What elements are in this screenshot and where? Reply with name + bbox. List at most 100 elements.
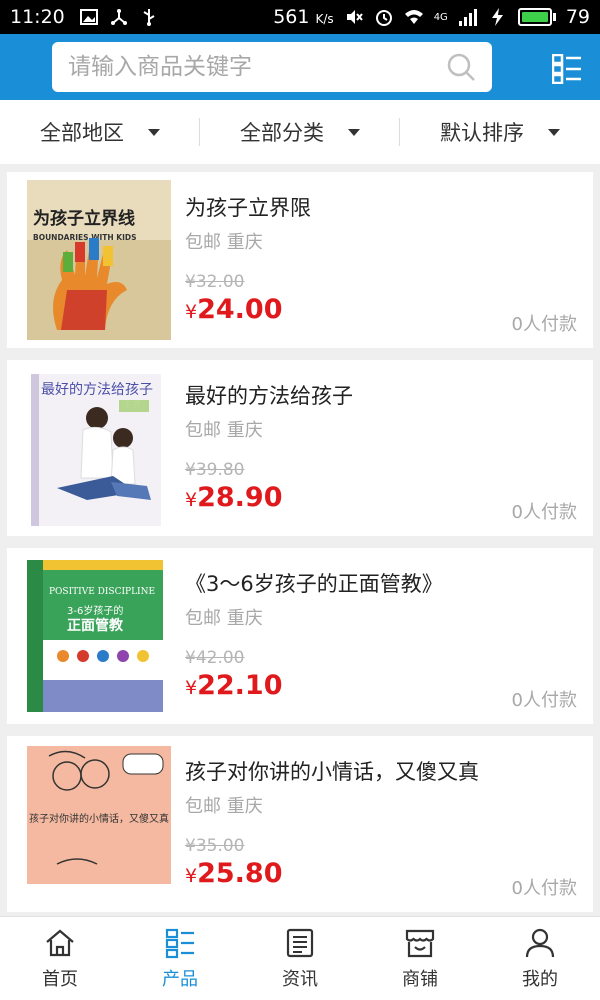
alarm-icon [375,10,392,26]
paid-count: 0人付款 [511,878,577,899]
wifi-icon [404,10,423,24]
product-title[interactable]: 孩子对你讲的小情话，又傻又真 [185,756,479,786]
product-image[interactable]: 为孩子立界线 BOUNDARIES WITH KIDS [27,180,171,340]
product-image[interactable]: 最好的方法给孩子 王芳 [27,368,171,528]
tab-store-label: 商铺 [402,968,438,990]
product-image[interactable]: 孩子对你讲的小情话，又傻又真 [27,744,171,904]
product-card[interactable]: POSITIVE DISCIPLINE 3-6岁孩子的 正面管教 《3～6岁孩子… [7,548,593,724]
product-meta: 包邮 重庆 [185,604,263,630]
location-label: 重庆 [226,796,263,817]
location-label: 重庆 [226,232,263,253]
original-price: ¥42.00 [185,648,245,668]
share-icon [110,9,127,25]
user-icon [525,928,555,957]
network-type: 4G [433,11,448,23]
shipping-label: 包邮 [185,232,221,253]
original-price: ¥32.00 [185,272,245,292]
status-right: 561 K/s 4G 79 [273,6,590,28]
shipping-label: 包邮 [185,608,221,629]
product-card[interactable]: 最好的方法给孩子 王芳 最好的方法给孩子 包邮 重庆 ¥39.80 ¥28.90… [7,360,593,536]
caret-down-icon [548,128,560,136]
currency-symbol: ¥ [185,489,198,511]
price-value: 24.00 [197,294,283,325]
product-meta: 包邮 重庆 [185,416,263,442]
tab-profile-label: 我的 [522,968,558,990]
filter-bar: 全部地区 全部分类 默认排序 [0,100,600,164]
header [0,34,600,100]
image-icon [79,9,98,25]
battery-nub [552,13,556,21]
menu-list-icon[interactable] [552,54,582,84]
speed-value: 561 [273,6,310,28]
store-icon [405,929,435,957]
caret-down-icon [148,128,160,136]
products-icon [165,928,194,958]
cover-title: 最好的方法给孩子 [41,382,153,398]
product-image[interactable]: POSITIVE DISCIPLINE 3-6岁孩子的 正面管教 [27,556,171,716]
price-value: 22.10 [197,670,283,701]
paid-count: 0人付款 [511,502,577,523]
shipping-label: 包邮 [185,420,221,441]
product-title[interactable]: 最好的方法给孩子 [185,380,353,410]
charging-icon [491,8,503,26]
cover-title: 正面管教 [67,617,124,634]
cover-age: 3-6岁孩子的 [67,604,123,617]
paid-count: 0人付款 [511,690,577,711]
filter-region-label: 全部地区 [40,121,124,145]
currency-symbol: ¥ [185,301,198,323]
tab-news-label: 资讯 [282,968,318,990]
location-label: 重庆 [226,608,263,629]
sale-price: ¥24.00 [185,294,283,325]
price-value: 25.80 [197,858,283,889]
caret-down-icon [348,128,360,136]
sale-price: ¥28.90 [185,482,283,513]
tab-news[interactable]: 资讯 [240,917,360,1000]
tab-store[interactable]: 商铺 [360,917,480,1000]
battery-fill [521,12,548,22]
currency-symbol: ¥ [185,677,198,699]
product-card[interactable]: 孩子对你讲的小情话，又傻又真 孩子对你讲的小情话，又傻又真 包邮 重庆 ¥35.… [7,736,593,912]
product-title[interactable]: 《3～6岁孩子的正面管教》 [185,568,443,598]
product-card[interactable]: 为孩子立界线 BOUNDARIES WITH KIDS 为孩子立界限 包邮 重庆… [7,172,593,348]
tab-products[interactable]: 产品 [120,917,240,1000]
status-bar: 11:20 561 K/s 4G 79 [0,0,600,34]
speed-unit: K/s [315,12,334,26]
bottom-tab-bar: 首页 产品 资讯 商铺 我的 [0,916,600,1000]
cover-subtitle: BOUNDARIES WITH KIDS [33,233,137,242]
battery-body [517,8,552,26]
status-time: 11:20 [10,6,65,28]
sale-price: ¥22.10 [185,670,283,701]
cover-title: 孩子对你讲的小情话，又傻又真 [29,812,169,825]
price-value: 28.90 [197,482,283,513]
tab-products-label: 产品 [162,968,198,990]
battery-icon [517,8,556,26]
filter-sort-label: 默认排序 [440,121,524,145]
location-label: 重庆 [226,420,263,441]
sale-price: ¥25.80 [185,858,283,889]
cover-subtitle: POSITIVE DISCIPLINE [49,587,155,597]
search-icon[interactable] [446,52,476,82]
filter-region[interactable]: 全部地区 [0,100,200,164]
original-price: ¥39.80 [185,460,245,480]
search-box[interactable] [52,42,492,92]
filter-sort[interactable]: 默认排序 [400,100,600,164]
app-screen: 11:20 561 K/s 4G 79 请输入商品关键字 全部地区 全部分类 默… [0,0,600,1000]
shipping-label: 包邮 [185,796,221,817]
product-meta: 包邮 重庆 [185,228,263,254]
product-meta: 包邮 重庆 [185,792,263,818]
home-icon [46,929,74,956]
tab-home[interactable]: 首页 [0,917,120,1000]
original-price: ¥35.00 [185,836,245,856]
currency-symbol: ¥ [185,865,198,887]
battery-level: 79 [565,6,590,28]
tab-home-label: 首页 [42,968,78,990]
signal-icon [458,9,477,26]
mute-icon [346,10,363,24]
product-title[interactable]: 为孩子立界限 [185,192,311,222]
tab-profile[interactable]: 我的 [480,917,600,1000]
paid-count: 0人付款 [511,314,577,335]
filter-category[interactable]: 全部分类 [200,100,400,164]
usb-icon [143,9,155,26]
status-left-icons [79,7,159,27]
search-input[interactable] [68,54,446,80]
